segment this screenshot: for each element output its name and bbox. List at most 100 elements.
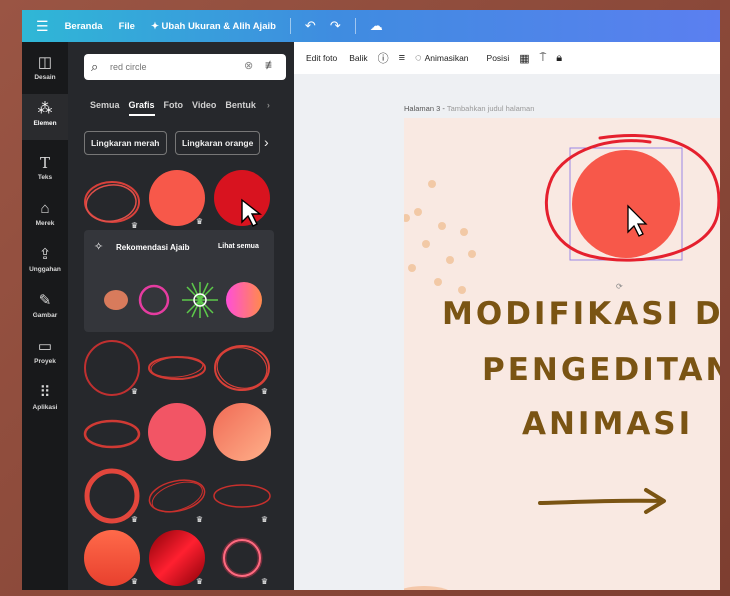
editor-area: Edit foto Balik ⓘ ≡ ◌ Animasikan Posisi … (294, 42, 720, 590)
redo-icon[interactable]: ↷ (330, 18, 341, 34)
canva-editor-window: ☰ Beranda File ✦ Ubah Ukuran & Alih Ajai… (22, 10, 720, 590)
premium-crown-icon: ♛ (260, 577, 268, 586)
folder-icon: ▭ (37, 338, 53, 355)
red-oval-outline-graphic (83, 419, 141, 449)
graphic-tile[interactable]: ♛ (212, 338, 272, 398)
topbar-divider (289, 18, 291, 34)
animate-button[interactable]: Animasikan (425, 53, 469, 63)
chip-red-circle[interactable]: Lingkaran merah (84, 131, 167, 155)
rail-label: Aplikasi (32, 404, 58, 411)
tab-shapes[interactable]: Bentuk (225, 100, 256, 116)
rail-item-projects[interactable]: ▭ Proyek (22, 332, 68, 378)
graphic-tile[interactable] (212, 168, 272, 228)
chips-next-icon[interactable]: › (264, 131, 278, 155)
rotate-handle-icon[interactable]: ⟳ (616, 282, 623, 291)
decorative-dot (468, 250, 476, 258)
graphic-tile[interactable]: ♛ (82, 338, 142, 398)
graphic-tile[interactable]: ♛ (212, 528, 272, 588)
border-style-icon[interactable]: ≡ (399, 52, 405, 64)
graphic-tile[interactable]: ♛ (147, 528, 207, 588)
tab-all[interactable]: Semua (90, 100, 120, 116)
rail-item-design[interactable]: ◫ Desain (22, 48, 68, 94)
graphic-tile[interactable]: ♛ (147, 168, 207, 228)
sparkle-icon: ✧ (94, 241, 104, 253)
decorative-dot (428, 180, 436, 188)
decorative-dot (434, 278, 442, 286)
rail-item-upload[interactable]: ⇪ Unggahan (22, 240, 68, 286)
rail-item-text[interactable]: T Teks (22, 148, 68, 194)
text-icon: T (39, 154, 50, 172)
transparency-icon[interactable]: ▦ (519, 52, 529, 65)
page-number-label: Halaman 3 - (404, 104, 445, 113)
left-rail: ◫ Desain ⁂ Elemen T Teks ⌂ Merek ⇪ Ungga… (22, 42, 68, 590)
resize-magic-button[interactable]: ✦ Ubah Ukuran & Alih Ajaib (151, 21, 276, 32)
pink-red-circle-graphic (148, 403, 206, 461)
premium-crown-icon: ♛ (130, 221, 138, 230)
recommendations-title: Rekomendasi Ajaib (116, 243, 190, 252)
page-title-bar: Halaman 3 - Tambahkan judul halaman (404, 104, 534, 113)
graphic-tile[interactable] (147, 338, 207, 398)
decorative-blob (404, 586, 454, 590)
rail-label: Teks (37, 174, 53, 181)
see-all-link[interactable]: Lihat semua (218, 243, 259, 250)
copy-style-icon[interactable]: ⍑ (540, 52, 547, 65)
filter-icon[interactable]: ≢ (265, 58, 277, 72)
search-box[interactable]: ⌕ ⊗ ≢ (84, 54, 286, 80)
upload-icon: ⇪ (38, 246, 52, 263)
clear-search-icon[interactable]: ⊗ (244, 59, 253, 72)
rail-item-draw[interactable]: ✎ Gambar (22, 286, 68, 332)
tabs-next-icon[interactable]: › (267, 100, 270, 116)
tab-graphics[interactable]: Grafis (128, 100, 155, 116)
add-page-title-input[interactable]: Tambahkan judul halaman (447, 104, 535, 113)
decorative-dot (422, 240, 430, 248)
apps-icon: ⠿ (39, 384, 51, 401)
premium-crown-icon: ♛ (130, 387, 138, 396)
lock-icon[interactable]: 🔒︎ (556, 52, 562, 65)
heading-line-2[interactable]: PENGEDITAN (482, 352, 720, 388)
decorative-dot (446, 256, 454, 264)
selected-circle-element[interactable] (530, 128, 720, 278)
top-bar: ☰ Beranda File ✦ Ubah Ukuran & Alih Ajai… (22, 10, 720, 42)
premium-crown-icon: ♛ (260, 387, 268, 396)
arrow-right-graphic[interactable] (538, 486, 668, 516)
menu-icon[interactable]: ☰ (36, 18, 49, 35)
recommendation-thumbnails[interactable] (84, 270, 274, 330)
graphic-tile[interactable] (212, 402, 272, 462)
position-button[interactable]: Posisi (487, 53, 510, 63)
decorative-dot (460, 228, 468, 236)
home-link[interactable]: Beranda (65, 21, 103, 32)
graphic-tile[interactable]: ♛ (82, 528, 142, 588)
animate-icon[interactable]: ◌ (415, 52, 422, 64)
premium-crown-icon: ♛ (130, 577, 138, 586)
rail-item-elements[interactable]: ⁂ Elemen (22, 94, 68, 140)
rail-item-brand[interactable]: ⌂ Merek (22, 194, 68, 240)
rail-label: Gambar (32, 312, 58, 319)
search-icon: ⌕ (91, 59, 99, 74)
draw-icon: ✎ (38, 292, 52, 309)
brand-icon: ⌂ (40, 200, 50, 217)
design-canvas[interactable]: ⟳ MODIFIKASI DAN PENGEDITAN ANIMASI (404, 118, 720, 590)
graphic-tile[interactable] (147, 402, 207, 462)
premium-crown-icon: ♛ (130, 515, 138, 524)
flip-button[interactable]: Balik (349, 53, 367, 63)
rail-item-apps[interactable]: ⠿ Aplikasi (22, 378, 68, 424)
chip-orange-circle[interactable]: Lingkaran orange (175, 131, 261, 155)
cloud-icon[interactable]: ☁ (370, 18, 383, 34)
edit-photo-button[interactable]: Edit foto (306, 53, 337, 63)
heading-line-1[interactable]: MODIFIKASI DAN (442, 296, 720, 332)
graphic-tile[interactable]: ♛ (82, 466, 142, 526)
info-icon[interactable]: ⓘ (378, 50, 389, 66)
graphic-tile[interactable]: ♛ (212, 466, 272, 526)
file-menu[interactable]: File (119, 21, 135, 32)
search-input[interactable] (110, 59, 230, 75)
graphic-tile[interactable] (82, 404, 142, 464)
premium-crown-icon: ♛ (195, 577, 203, 586)
graphic-tile[interactable]: ♛ (147, 466, 207, 526)
tab-videos[interactable]: Video (192, 100, 216, 116)
graphic-tile[interactable]: ♛ (82, 172, 142, 232)
tab-photos[interactable]: Foto (164, 100, 184, 116)
rail-label: Desain (34, 74, 56, 81)
undo-icon[interactable]: ↶ (305, 18, 316, 34)
magic-recommendations: ✧ Rekomendasi Ajaib Lihat semua (84, 230, 274, 332)
heading-line-3[interactable]: ANIMASI (522, 406, 693, 442)
